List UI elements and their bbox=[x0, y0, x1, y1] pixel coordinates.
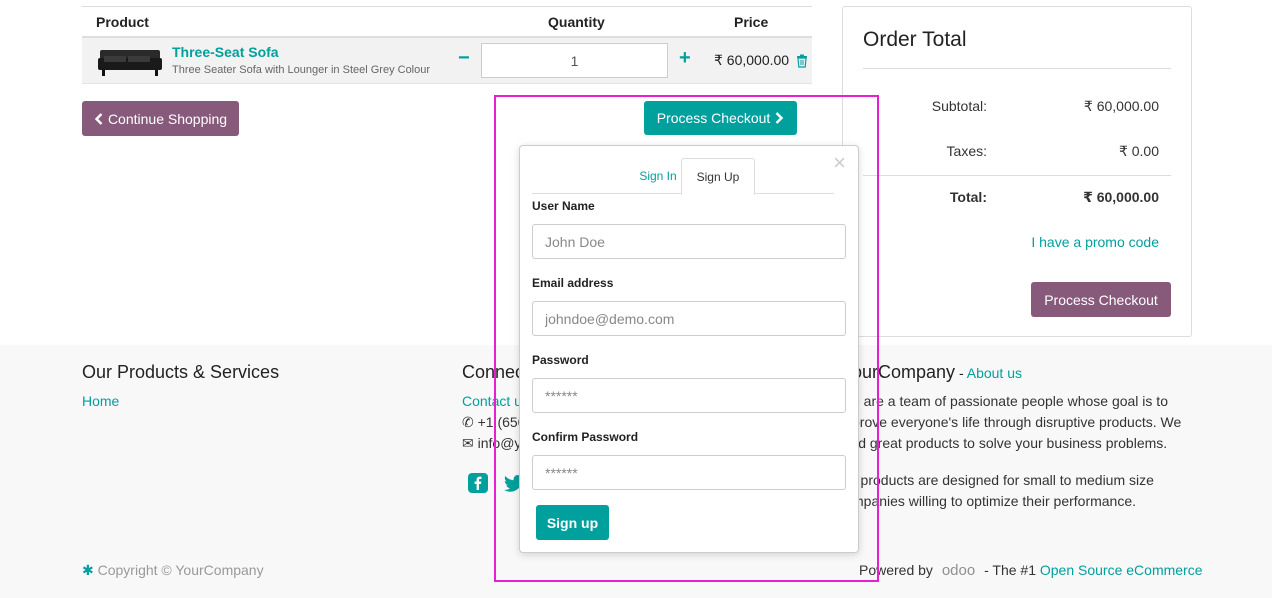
username-input[interactable] bbox=[532, 224, 846, 259]
divider bbox=[863, 68, 1171, 69]
company-heading: ourCompany - About us bbox=[852, 362, 1022, 383]
taxes-label: Taxes: bbox=[946, 143, 987, 159]
cart-table: Product Quantity Price Three-Seat Sofa T… bbox=[82, 6, 812, 84]
quantity-plus-button[interactable]: + bbox=[679, 48, 691, 68]
chevron-left-icon bbox=[94, 112, 103, 125]
open-source-ecommerce-link[interactable]: Open Source eCommerce bbox=[1040, 562, 1203, 578]
total-value: ₹ 60,000.00 bbox=[1083, 189, 1159, 205]
promo-code-link[interactable]: I have a promo code bbox=[1031, 234, 1159, 250]
company-name: ourCompany bbox=[852, 362, 956, 382]
chevron-right-icon bbox=[775, 112, 784, 124]
about-line-2: prove everyone's life through disruptive… bbox=[852, 414, 1182, 430]
footer-home-link[interactable]: Home bbox=[82, 393, 119, 409]
header-product: Product bbox=[96, 14, 149, 30]
email-input[interactable] bbox=[532, 301, 846, 336]
cart-header: Product Quantity Price bbox=[82, 6, 812, 38]
powered-by-text: Powered by bbox=[859, 562, 933, 578]
email-row: ✉ info@y bbox=[462, 435, 521, 452]
product-description: Three Seater Sofa with Lounger in Steel … bbox=[172, 64, 431, 76]
username-label: User Name bbox=[532, 199, 595, 213]
product-name-link[interactable]: Three-Seat Sofa bbox=[172, 44, 279, 60]
email-label: Email address bbox=[532, 276, 614, 290]
order-total-panel: Order Total Subtotal: ₹ 60,000.00 Taxes:… bbox=[842, 6, 1192, 337]
subtotal-label: Subtotal: bbox=[931, 98, 987, 114]
line-price: ₹ 60,000.00 bbox=[714, 52, 790, 68]
close-icon[interactable]: × bbox=[833, 152, 846, 174]
copyright-text: Copyright © YourCompany bbox=[97, 562, 264, 578]
auth-tabs: Sign In Sign Up bbox=[532, 158, 834, 195]
signup-popover: × Sign In Sign Up User Name Email addres… bbox=[519, 145, 859, 553]
continue-shopping-button[interactable]: Continue Shopping bbox=[82, 101, 239, 136]
sofa-image[interactable] bbox=[98, 46, 162, 78]
confirm-password-input[interactable] bbox=[532, 455, 846, 490]
taxes-value: ₹ 0.00 bbox=[1118, 143, 1159, 159]
password-label: Password bbox=[532, 353, 589, 367]
about-separator: - bbox=[955, 365, 967, 381]
contact-link[interactable]: Contact u bbox=[462, 393, 522, 409]
phone-icon: ✆ bbox=[462, 414, 474, 430]
quantity-minus-button[interactable]: − bbox=[458, 48, 470, 68]
process-checkout-button[interactable]: Process Checkout bbox=[644, 101, 797, 135]
facebook-icon[interactable] bbox=[468, 473, 488, 493]
continue-shopping-label: Continue Shopping bbox=[107, 110, 228, 127]
odoo-logo[interactable]: odoo bbox=[942, 562, 975, 579]
about-us-link[interactable]: About us bbox=[967, 365, 1022, 381]
copyright: ✱ Copyright © YourCompany bbox=[82, 562, 264, 579]
cart-row: Three-Seat Sofa Three Seater Sofa with L… bbox=[82, 38, 812, 84]
sign-up-button[interactable]: Sign up bbox=[536, 505, 609, 540]
process-checkout-side-label: Process Checkout bbox=[1044, 291, 1158, 308]
about-line-3: ild great products to solve your busines… bbox=[852, 435, 1168, 451]
products-line-2: mpanies willing to optimize their perfor… bbox=[852, 493, 1137, 509]
bug-icon: ✱ bbox=[82, 562, 94, 578]
password-input[interactable] bbox=[532, 378, 846, 413]
process-checkout-side-button[interactable]: Process Checkout bbox=[1031, 282, 1171, 317]
order-total-title: Order Total bbox=[863, 28, 967, 51]
email-address: info@y bbox=[477, 435, 522, 451]
confirm-password-label: Confirm Password bbox=[532, 430, 639, 444]
divider bbox=[863, 175, 1171, 176]
subtotal-value: ₹ 60,000.00 bbox=[1083, 98, 1159, 114]
header-price: Price bbox=[734, 14, 769, 30]
connect-heading: Connec bbox=[462, 362, 525, 382]
tab-sign-up[interactable]: Sign Up bbox=[681, 158, 755, 195]
phone-row: ✆ +1 (650 bbox=[462, 414, 526, 431]
tagline-prefix: - The #1 bbox=[984, 562, 1040, 578]
sign-up-label: Sign up bbox=[546, 514, 599, 531]
trash-icon[interactable] bbox=[796, 54, 808, 68]
process-checkout-label: Process Checkout bbox=[656, 110, 771, 126]
products-services-heading: Our Products & Services bbox=[82, 362, 280, 382]
products-line-1: r products are designed for small to med… bbox=[852, 472, 1154, 488]
envelope-icon: ✉ bbox=[462, 435, 474, 451]
powered-by: Powered by odoo - The #1 Open Source eCo… bbox=[859, 562, 1203, 579]
quantity-input[interactable] bbox=[481, 43, 668, 78]
total-label: Total: bbox=[949, 189, 987, 205]
tab-sign-in[interactable]: Sign In bbox=[628, 158, 688, 194]
header-quantity: Quantity bbox=[548, 14, 605, 30]
about-line-1: e are a team of passionate people whose … bbox=[852, 393, 1168, 409]
